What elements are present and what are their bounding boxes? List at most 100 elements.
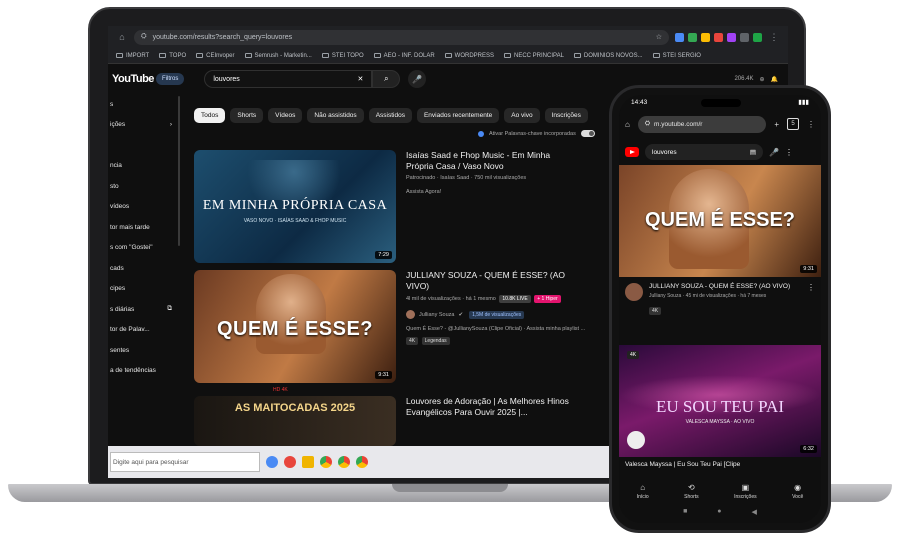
- menu-kebab-icon[interactable]: ⋮: [807, 120, 815, 129]
- taskbar-search[interactable]: Digite aqui para pesquisar: [110, 452, 260, 472]
- nav-home[interactable]: ⌂ Início: [637, 483, 649, 500]
- search-input[interactable]: louvores ✕: [204, 70, 373, 88]
- video-title[interactable]: JULLIANY SOUZA - QUEM É ESSE? (AO VIVO): [406, 270, 576, 292]
- phone-video-thumbnail[interactable]: 4K EU SOU TEU PAI VALESCA MAYSSA · AO VI…: [619, 345, 821, 457]
- phone-video-meta[interactable]: Valesca Mayssa | Eu Sou Teu Pai [Clipe: [625, 461, 815, 469]
- address-bar[interactable]: ⛭ youtube.com/results?search_query=louvo…: [134, 29, 669, 45]
- chip-filter[interactable]: Ao vivo: [504, 108, 540, 123]
- home-button-icon[interactable]: ●: [717, 508, 721, 520]
- video-title[interactable]: Isaías Saad e Fhop Music - Em Minha Próp…: [406, 150, 576, 172]
- chrome-icon[interactable]: [320, 456, 332, 468]
- chip-filter[interactable]: Assistidos: [368, 108, 412, 123]
- channel-avatar[interactable]: [625, 283, 643, 301]
- new-tab-icon[interactable]: +: [774, 120, 779, 129]
- chip-filter[interactable]: Vídeos: [268, 108, 303, 123]
- duration-badge: 7:29: [375, 251, 392, 259]
- chip-filter[interactable]: Todos: [194, 108, 226, 123]
- folder-icon[interactable]: [302, 456, 314, 468]
- sidebar-item[interactable]: a de tendências: [108, 361, 180, 382]
- phone-address-bar[interactable]: ⛭ m.youtube.com/r: [637, 115, 767, 133]
- bookmark-item[interactable]: Semrush - Marketin...: [244, 53, 312, 59]
- extension-icon[interactable]: [727, 32, 736, 42]
- sidebar-item[interactable]: vídeos: [108, 197, 180, 218]
- search-icon: ⌕: [384, 74, 389, 83]
- channel-avatar[interactable]: [406, 310, 415, 319]
- phone-video-title[interactable]: JULLIANY SOUZA - QUEM É ESSE? (AO VIVO): [649, 283, 790, 291]
- bookmark-item[interactable]: CEInvoper: [196, 53, 235, 59]
- extension-icon[interactable]: [688, 32, 697, 42]
- bookmark-item[interactable]: STEI SERGIO: [652, 53, 701, 59]
- phone-video-title[interactable]: Valesca Mayssa | Eu Sou Teu Pai [Clipe: [625, 461, 740, 469]
- create-icon[interactable]: ⊕: [759, 76, 764, 83]
- youtube-logo-icon[interactable]: [625, 147, 639, 157]
- site-info-icon[interactable]: ⛭: [141, 33, 147, 41]
- video-thumbnail[interactable]: AS MAITOCADAS 2025: [194, 396, 396, 446]
- bookmark-item[interactable]: WORDPRESS: [444, 53, 494, 59]
- filters-chip[interactable]: Filtros: [156, 73, 185, 85]
- nav-shorts[interactable]: ⟲ Shorts: [684, 483, 698, 500]
- channel-name[interactable]: Julliany Souza: [419, 312, 454, 318]
- sidebar-item[interactable]: s diárias ⧉: [108, 299, 180, 320]
- recents-icon[interactable]: ■: [683, 508, 687, 520]
- nav-subscriptions[interactable]: ▣ Inscrições: [734, 483, 757, 500]
- nav-you[interactable]: ◉ Você: [792, 483, 803, 500]
- sidebar-item[interactable]: sentes: [108, 340, 180, 361]
- phone-search-input[interactable]: louvores ▤: [645, 144, 763, 160]
- phone-video-meta[interactable]: JULLIANY SOUZA - QUEM É ESSE? (AO VIVO) …: [625, 283, 815, 317]
- video-thumbnail[interactable]: QUEM É ESSE? 9:31: [194, 270, 396, 383]
- back-icon[interactable]: ◀: [752, 508, 757, 520]
- sidebar-item[interactable]: s com "Gostei": [108, 238, 180, 259]
- chip-filter[interactable]: Inscrições: [544, 108, 588, 123]
- menu-kebab-icon[interactable]: ⋮: [785, 148, 793, 157]
- video-thumbnail[interactable]: EM MINHA PRÓPRIA CASA VASO NOVO · ISAÍAS…: [194, 150, 396, 263]
- sidebar-scrollbar[interactable]: [178, 96, 180, 246]
- sidebar-item[interactable]: tor mais tarde: [108, 217, 180, 238]
- sidebar-item[interactable]: ições ›: [108, 115, 180, 136]
- chip-filter[interactable]: Shorts: [230, 108, 264, 123]
- bookmark-item[interactable]: AEO - INF. DOLAR: [373, 53, 435, 59]
- filter-chips: Todos Shorts Vídeos Não assistidos Assistido…: [194, 108, 588, 123]
- menu-kebab-icon[interactable]: ⋮: [768, 32, 780, 43]
- bookmark-item[interactable]: IMPORT: [116, 53, 149, 59]
- sidebar-item[interactable]: [108, 135, 180, 156]
- hd-label: HD 4K: [273, 387, 288, 393]
- home-icon[interactable]: ⌂: [116, 32, 128, 42]
- sidebar-item[interactable]: cads: [108, 258, 180, 279]
- sidebar-item[interactable]: sto: [108, 176, 180, 197]
- chrome-icon[interactable]: [338, 456, 350, 468]
- search-button[interactable]: ⌕: [372, 70, 401, 88]
- chrome-icon[interactable]: [356, 456, 368, 468]
- extension-icon[interactable]: [675, 32, 684, 42]
- sidebar-item[interactable]: ncia: [108, 156, 180, 177]
- bookmark-item[interactable]: STEI TOPO: [321, 53, 364, 59]
- bookmark-item[interactable]: TOPO: [159, 53, 186, 59]
- taskbar-app-icon[interactable]: [284, 456, 296, 468]
- extension-icon[interactable]: [714, 32, 723, 42]
- filter-icon[interactable]: ▤: [750, 148, 756, 156]
- star-icon[interactable]: ☆: [656, 33, 662, 41]
- extension-icon[interactable]: [740, 32, 749, 42]
- taskbar-app-icon[interactable]: [266, 456, 278, 468]
- clear-icon[interactable]: ✕: [357, 75, 363, 83]
- phone-video-thumbnail[interactable]: QUEM É ESSE? 9:31: [619, 165, 821, 277]
- nav-label: Inscrições: [734, 493, 757, 500]
- more-options-icon[interactable]: ⋮: [807, 283, 815, 317]
- bookmark-item[interactable]: NECC PRINCIPAL: [504, 53, 564, 59]
- chip-filter[interactable]: Enviados recentemente: [416, 108, 500, 123]
- bookmark-item[interactable]: DOMINIOS NOVOS...: [573, 53, 643, 59]
- video-title[interactable]: Louvores de Adoração | As Melhores Hinos…: [406, 396, 576, 418]
- home-icon[interactable]: ⌂: [625, 120, 630, 129]
- tab-switcher[interactable]: 5: [787, 118, 799, 130]
- notifications-icon[interactable]: 🔔: [771, 76, 778, 83]
- sidebar-item[interactable]: cipes: [108, 279, 180, 300]
- mic-button[interactable]: 🎤: [408, 70, 427, 88]
- sidebar-item[interactable]: s: [108, 94, 180, 115]
- chip-filter[interactable]: Não assistidos: [307, 108, 364, 123]
- youtube-logo[interactable]: YouTube: [112, 73, 154, 85]
- keyword-toggle[interactable]: [580, 130, 595, 137]
- extension-icon[interactable]: [753, 32, 762, 42]
- mic-icon[interactable]: 🎤: [769, 148, 779, 157]
- extension-icon[interactable]: [701, 32, 710, 42]
- folder-icon: [652, 53, 660, 58]
- sidebar-item[interactable]: tor de Palav...: [108, 320, 180, 341]
